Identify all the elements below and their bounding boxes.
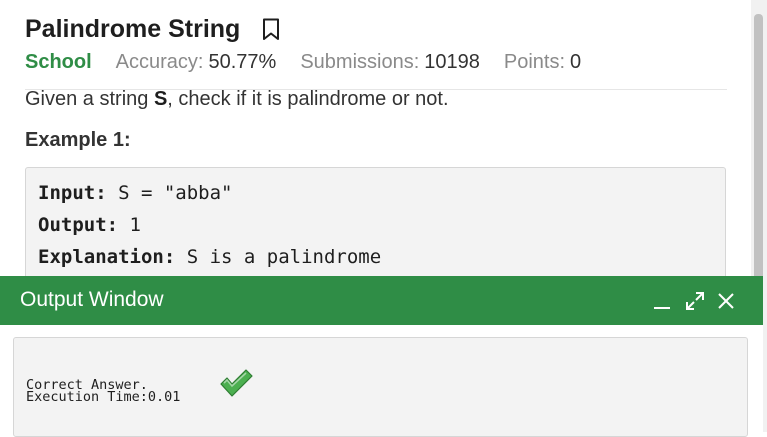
points-value: 0 xyxy=(570,51,582,73)
maximize-icon[interactable] xyxy=(683,289,707,313)
input-label: Input: xyxy=(38,182,107,204)
close-icon[interactable] xyxy=(714,289,738,313)
points-label: Points: xyxy=(503,51,566,73)
difficulty-badge[interactable]: School xyxy=(25,51,92,74)
scrollbar-thumb[interactable] xyxy=(754,14,763,314)
problem-title: Palindrome String xyxy=(25,15,241,43)
checkmark-icon xyxy=(154,353,253,417)
submissions-label: Submissions: xyxy=(300,51,420,73)
example-output-line: Output: 1 xyxy=(38,214,141,236)
execution-time: Execution Time:0.01 xyxy=(26,389,181,405)
output-value: 1 xyxy=(118,214,141,236)
output-label: Output: xyxy=(38,214,119,236)
title-row: Palindrome String xyxy=(25,15,282,44)
problem-statement: Given a string S, check if it is palindr… xyxy=(25,88,449,111)
statement-text-end: , check if it is palindrome or not. xyxy=(167,88,449,110)
output-window: Output Window Correct Answer. Execution … xyxy=(0,276,763,437)
submissions-value[interactable]: 10198 xyxy=(424,51,480,74)
input-value: S = "abba" xyxy=(106,182,233,204)
result-line: Correct Answer. xyxy=(26,353,253,417)
minimize-icon[interactable] xyxy=(650,289,674,313)
accuracy-value: 50.77% xyxy=(208,51,277,73)
bookmark-icon[interactable] xyxy=(262,17,282,43)
example-heading: Example 1: xyxy=(25,129,131,151)
output-window-title: Output Window xyxy=(20,288,164,311)
statement-variable: S xyxy=(153,88,168,110)
example-input-line: Input: S = "abba" xyxy=(38,182,232,204)
explanation-value: S is a palindrome xyxy=(175,246,382,268)
accuracy-label: Accuracy: xyxy=(115,51,204,73)
example-explanation-line: Explanation: S is a palindrome xyxy=(38,246,381,268)
problem-meta: School Accuracy: 50.77% Submissions: 101… xyxy=(25,51,605,74)
output-window-header[interactable]: Output Window xyxy=(0,276,763,325)
explanation-label: Explanation: xyxy=(38,246,176,268)
statement-text: Given a string xyxy=(25,88,154,110)
output-console: Correct Answer. Execution Time:0.01 xyxy=(13,337,748,437)
